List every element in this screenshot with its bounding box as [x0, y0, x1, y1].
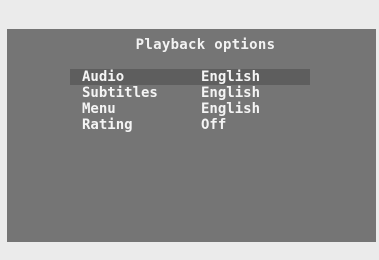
menu-item-value: Off [201, 117, 227, 133]
menu-item-label: Subtitles [82, 85, 158, 101]
menu-item-rating[interactable]: Rating Off [70, 117, 310, 133]
osd-screen: Playback options Audio English Subtitles… [7, 29, 376, 242]
menu-title: Playback options [135, 37, 276, 53]
menu-item-audio[interactable]: Audio English [70, 69, 310, 85]
menu-item-label: Audio [82, 69, 125, 85]
menu-item-label: Rating [82, 117, 133, 133]
options-list: Audio English Subtitles English Menu Eng… [70, 69, 310, 133]
menu-item-value: English [201, 69, 261, 85]
menu-item-menu[interactable]: Menu English [70, 101, 310, 117]
menu-item-label: Menu [82, 101, 116, 117]
menu-item-value: English [201, 85, 261, 101]
menu-item-value: English [201, 101, 261, 117]
menu-item-subtitles[interactable]: Subtitles English [70, 85, 310, 101]
device-frame: Playback options Audio English Subtitles… [0, 0, 379, 260]
